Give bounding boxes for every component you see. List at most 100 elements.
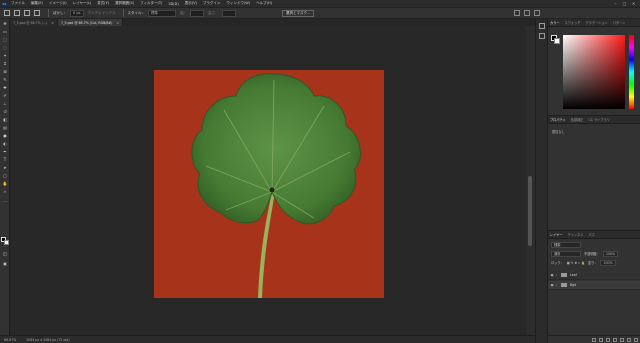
document-tab[interactable]: 7_5.psd @ 66.7% (...) × [10,19,58,26]
hue-slider[interactable] [629,35,634,109]
lock-icons[interactable]: ▦ ✎ ✥ ⌗ 🔒 [567,261,585,265]
new-group-icon[interactable] [620,337,624,342]
eyedropper-tool-icon[interactable]: ✎ [2,77,8,82]
shape-tool-icon[interactable]: ▢ [2,173,8,178]
type-tool-icon[interactable]: T [2,157,8,162]
style-select[interactable]: 標準 [148,9,177,17]
antialias-checkbox[interactable]: アンチエイリアス [88,11,116,16]
tab-paths[interactable]: パス [589,232,595,237]
more-tools-icon[interactable]: ⋯ [2,199,8,204]
tab-libraries[interactable]: CC ライブラリ [589,117,610,122]
document-info[interactable]: 2084 px x 2084 px (72 ppi) [26,338,69,342]
visibility-eye-icon[interactable]: ◉ [548,283,556,287]
tab-adjustments[interactable]: 色調補正 [571,117,584,122]
adjustment-layer-icon[interactable] [613,337,617,342]
workspace-icon[interactable] [534,10,540,16]
dodge-tool-icon[interactable]: ◐ [2,141,8,146]
layer-name[interactable]: Bgd [570,283,576,287]
layer-row[interactable]: ◉ › Bgd [548,281,640,290]
add-selection-icon[interactable] [24,10,30,16]
layer-row[interactable]: ◉ › Leaf [548,271,640,280]
scrollbar-thumb[interactable] [528,176,532,246]
menu-image[interactable]: イメージ(I) [49,1,67,6]
height-input[interactable] [221,9,236,17]
pen-tool-icon[interactable]: ✒ [2,149,8,154]
trash-icon[interactable] [634,337,638,342]
screen-mode-icon[interactable]: ▣ [2,261,8,266]
minimize-button[interactable]: – [611,0,620,7]
menu-layer[interactable]: レイヤー(L) [73,1,92,6]
layer-kind-filter[interactable]: 種類 [551,241,581,248]
layers-panel: レイヤー チャンネル パス 種類 通常 不透明度： 100% ロック： ▦ ✎ … [548,230,640,343]
color-field[interactable] [563,35,625,109]
marquee-tool-icon[interactable]: ⬚ [2,37,8,42]
background-color-swatch[interactable] [554,38,560,44]
tools-panel: ✥ ▭ ⬚ ◌ ✦ ⌗ ⊠ ✎ ✚ ✐ ⊥ ↺ ◧ ▤ ● ◐ ✒ T ➤ ▢ … [0,19,10,335]
menu-help[interactable]: ヘルプ(H) [256,1,272,6]
menu-window[interactable]: ウィンドウ(W) [226,1,250,6]
close-tab-icon[interactable]: × [51,21,54,25]
healing-brush-icon[interactable]: ✚ [2,85,8,90]
zoom-tool-icon[interactable]: ⌕ [2,189,8,194]
menu-type[interactable]: 書式(Y) [97,1,109,6]
tab-channels[interactable]: チャンネル [568,232,584,237]
document-tab-active[interactable]: 7_5.psd @ 66.7% (Cut, RGB/8#) × [57,19,123,26]
lasso-tool-icon[interactable]: ◌ [2,45,8,50]
share-icon[interactable] [514,10,520,16]
blur-tool-icon[interactable]: ● [2,133,8,138]
menu-3d[interactable]: 3D(D) [168,2,178,6]
quick-mask-icon[interactable]: ◫ [2,251,8,256]
actions-panel-icon[interactable] [539,33,545,39]
history-panel-icon[interactable] [539,23,545,29]
visibility-eye-icon[interactable]: ◉ [548,273,556,277]
search-icon[interactable] [524,10,530,16]
tab-layers[interactable]: レイヤー [550,232,563,237]
tab-properties[interactable]: プロパティ [550,117,566,122]
new-selection-icon[interactable] [14,10,20,16]
background-color-swatch[interactable] [4,240,9,245]
new-layer-icon[interactable] [627,337,631,342]
fx-icon[interactable] [599,337,603,342]
gradient-tool-icon[interactable]: ▤ [2,125,8,130]
menu-filter[interactable]: フィルター(T) [140,1,162,6]
add-mask-icon[interactable] [606,337,610,342]
marquee-tool-icon[interactable] [4,10,10,16]
menu-file[interactable]: ファイル [11,1,25,6]
document-image[interactable] [154,70,384,298]
width-input[interactable] [190,9,205,17]
tab-patterns[interactable]: パターン [613,20,626,25]
feather-input[interactable]: 0 px [70,9,84,17]
link-layers-icon[interactable] [592,337,596,342]
artboard-tool-icon[interactable]: ▭ [2,29,8,34]
maximize-button[interactable]: □ [620,0,629,7]
opacity-input[interactable]: 100% [602,250,619,257]
menu-select[interactable]: 選択範囲(S) [115,1,134,6]
path-select-icon[interactable]: ➤ [2,165,8,170]
frame-tool-icon[interactable]: ⊠ [2,69,8,74]
move-tool-icon[interactable]: ✥ [2,21,8,26]
menu-edit[interactable]: 編集(E) [31,1,43,6]
history-brush-icon[interactable]: ↺ [2,109,8,114]
close-window-button[interactable]: ✕ [629,0,638,7]
magic-wand-tool-icon[interactable]: ✦ [2,53,8,58]
subtract-selection-icon[interactable] [34,10,40,16]
tab-gradients[interactable]: グラデーション [586,20,608,25]
eraser-tool-icon[interactable]: ◧ [2,117,8,122]
tab-swatches[interactable]: スウォッチ [565,20,581,25]
brush-tool-icon[interactable]: ✐ [2,93,8,98]
fill-input[interactable]: 100% [600,259,616,266]
tab-color[interactable]: カラー [550,20,560,25]
blend-mode-select[interactable]: 通常 [551,250,581,257]
menu-view[interactable]: 表示(V) [185,1,197,6]
close-tab-icon[interactable]: × [116,21,119,25]
vertical-scrollbar[interactable] [526,26,535,335]
photoshop-logo[interactable]: Ps [1,0,8,7]
hand-tool-icon[interactable]: ✋ [2,181,8,186]
crop-tool-icon[interactable]: ⌗ [2,61,8,66]
leaf-image [191,73,361,298]
menu-plugins[interactable]: プラグイン [203,1,221,6]
zoom-level[interactable]: 66.67% [4,338,16,342]
select-and-mask-button[interactable]: 選択とマスク... [282,10,315,17]
layer-name[interactable]: Leaf [570,273,577,277]
stamp-tool-icon[interactable]: ⊥ [2,101,8,106]
